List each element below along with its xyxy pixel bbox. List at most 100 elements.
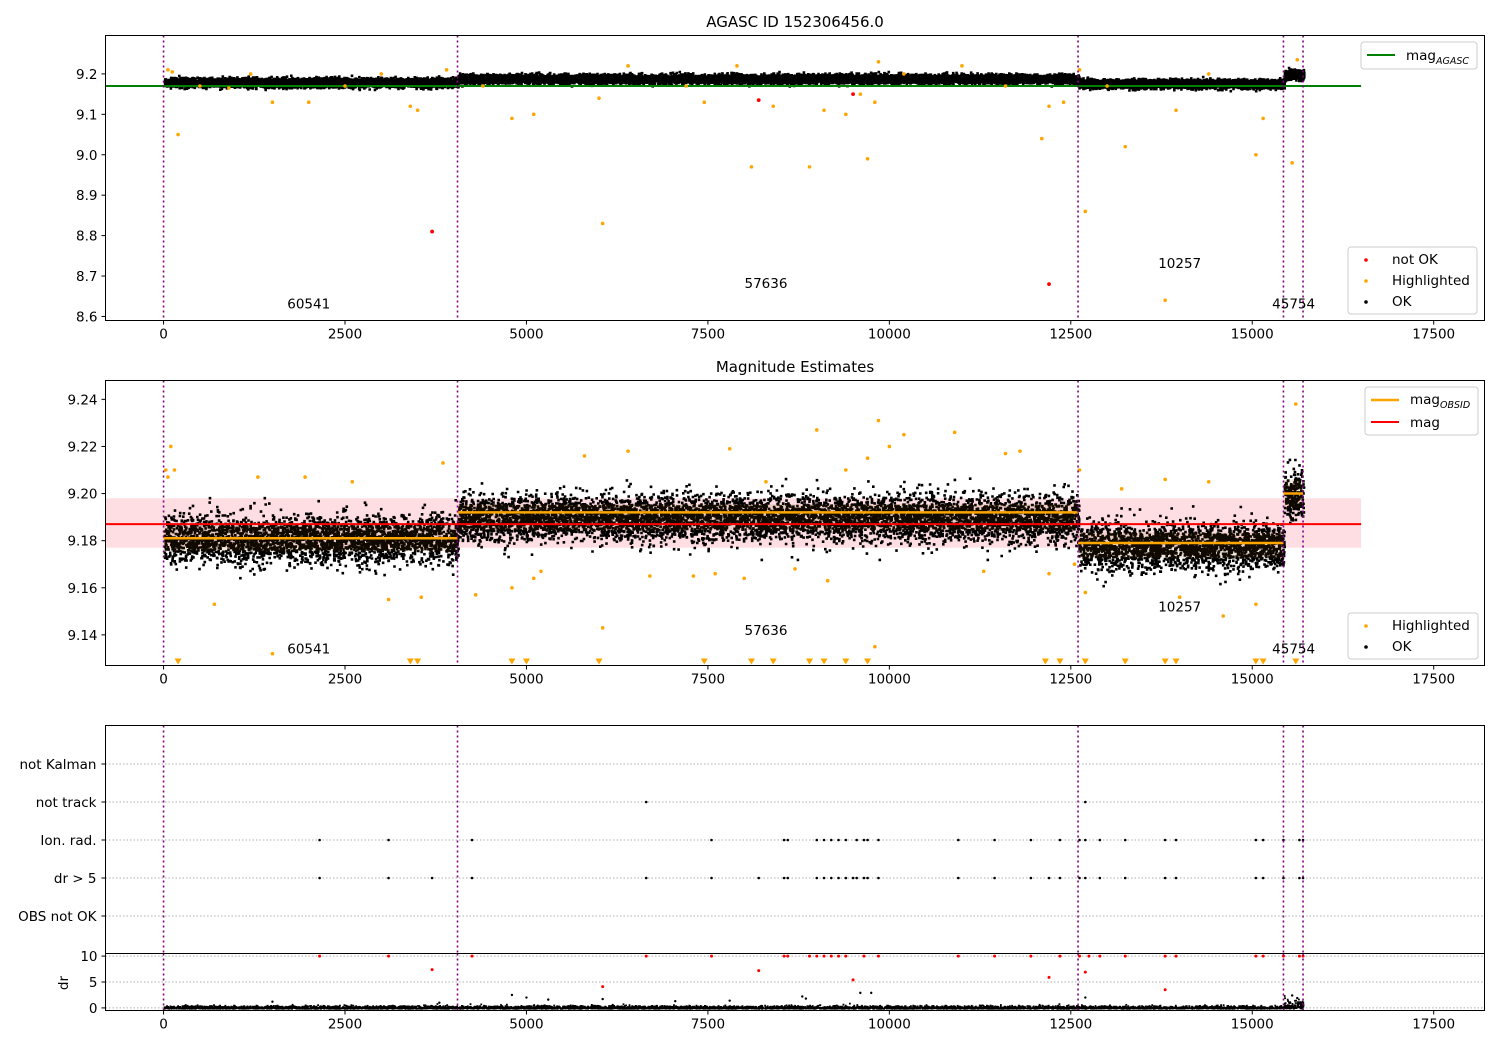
highlighted-point: [531, 112, 536, 117]
y-tick-label: 9.2: [76, 67, 97, 83]
highlighted-point: [1174, 108, 1178, 113]
highlighted-point: [807, 165, 812, 169]
y-tick-label: 9.20: [67, 487, 97, 503]
legend-marker-highlighted: [1364, 279, 1368, 283]
highlighted-point: [873, 100, 877, 105]
ok-density-tint: [457, 504, 1079, 531]
dr-outlier-point: [728, 999, 731, 1002]
flag-point: [877, 876, 880, 880]
dr-flagged-point: [387, 954, 391, 958]
dr-flagged-point: [782, 954, 786, 958]
flag-point: [782, 876, 786, 880]
highlighted-point: [1206, 479, 1211, 484]
highlighted-point: [902, 72, 906, 76]
panel1-legend-top: magAGASC: [1360, 41, 1478, 70]
flag-point: [786, 876, 790, 880]
highlighted-point: [270, 651, 275, 656]
x-tick-label: 2500: [328, 327, 362, 343]
flag-point: [1174, 838, 1178, 842]
dr-flagged-point: [1087, 954, 1091, 958]
highlighted-point: [1254, 152, 1258, 157]
x-tick-label: 7500: [691, 327, 725, 343]
flag-point: [470, 838, 474, 842]
legend-label-ok: OK: [1392, 639, 1413, 655]
dr-flagged-point: [1047, 975, 1051, 979]
flag-point: [866, 838, 869, 842]
highlighted-point: [415, 108, 420, 113]
highlighted-point: [198, 84, 202, 88]
highlighted-point: [702, 100, 707, 105]
flag-point: [1123, 876, 1127, 880]
legend-label-highlighted: Highlighted: [1392, 273, 1470, 289]
highlighted-point: [1293, 402, 1298, 406]
y-tick-label: 9.22: [67, 439, 97, 455]
x-tick-label: 12500: [1049, 672, 1092, 688]
highlighted-point: [1105, 84, 1109, 88]
highlighted-point: [960, 64, 964, 68]
dr-outlier-point: [525, 996, 528, 999]
dr-flagged-point: [1098, 954, 1102, 958]
y-tick-label: 9.24: [67, 392, 97, 408]
obsid-label: 45754: [1272, 296, 1315, 312]
obsid-label: 45754: [1272, 642, 1315, 658]
dr-flagged-point: [1029, 954, 1033, 958]
highlighted-point: [626, 449, 630, 453]
flag-point: [957, 838, 960, 842]
highlighted-point: [582, 454, 587, 458]
highlighted-point: [844, 112, 848, 117]
highlighted-point: [1083, 590, 1088, 595]
flag-point: [318, 838, 321, 842]
x-tick-label: 7500: [691, 672, 725, 688]
highlighted-point: [481, 84, 485, 88]
dr-outlier-point: [601, 997, 604, 1001]
dr-flagged-point: [470, 954, 474, 958]
highlighted-point: [510, 116, 514, 121]
flag-category-label: not Kalman: [19, 757, 96, 773]
highlighted-point: [626, 64, 630, 68]
x-tick-label: 0: [159, 1017, 168, 1033]
highlighted-point: [1119, 487, 1124, 491]
x-tick-label: 10000: [868, 327, 911, 343]
y-tick-label: 9.1: [76, 107, 97, 123]
flag-point: [1261, 876, 1265, 880]
flag-point: [829, 838, 833, 842]
highlighted-point: [876, 418, 881, 423]
highlighted-point: [408, 104, 413, 109]
flag-point: [757, 876, 761, 880]
highlighted-point: [379, 72, 384, 76]
highlighted-point: [600, 221, 605, 226]
highlighted-point: [952, 430, 957, 435]
flag-category-label: OBS not OK: [18, 909, 98, 925]
highlighted-point: [441, 461, 445, 465]
obsid-label: 57636: [744, 276, 787, 292]
highlighted-point: [600, 626, 605, 630]
y-tick-label: 10: [80, 949, 97, 965]
highlighted-point: [771, 104, 776, 109]
highlighted-point: [1061, 100, 1066, 105]
dr-flagged-point: [430, 968, 434, 972]
highlighted-point: [844, 468, 848, 472]
x-tick-label: 5000: [509, 327, 543, 343]
dr-flagged-point: [1261, 954, 1265, 958]
flag-point: [470, 876, 474, 880]
dr-flagged-point: [815, 954, 819, 958]
dr-flagged-point: [644, 954, 648, 958]
highlighted-point: [1018, 449, 1022, 453]
flag-point: [387, 838, 390, 842]
highlighted-point: [166, 475, 170, 479]
obsid-label: 60541: [287, 642, 330, 658]
highlighted-point: [169, 444, 173, 449]
flag-point: [1261, 838, 1265, 842]
highlighted-point: [473, 593, 478, 597]
highlighted-point: [248, 72, 253, 76]
highlighted-point: [1047, 104, 1051, 109]
flag-point: [851, 876, 855, 880]
dr-flagged-point: [318, 954, 322, 958]
dr-flagged-point: [829, 954, 833, 958]
x-tick-label: 15000: [1231, 672, 1274, 688]
dr-flagged-point: [786, 954, 790, 958]
flag-point: [877, 838, 880, 842]
legend-marker-highlighted: [1364, 624, 1368, 628]
flag-point: [1163, 838, 1167, 842]
highlighted-point: [166, 68, 170, 72]
